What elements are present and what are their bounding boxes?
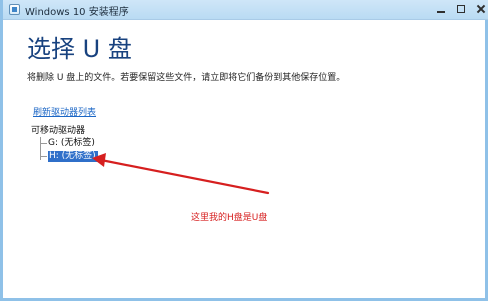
refresh-drive-list-link[interactable]: 刷新驱动器列表 <box>33 108 96 119</box>
window-controls <box>435 3 487 15</box>
window-title: Windows 10 安装程序 <box>25 7 129 18</box>
setup-window: Windows 10 安装程序 选择 U 盘 将删除 U 盘上的文件。若要保留这… <box>0 0 488 301</box>
drive-item-h[interactable]: H: (无标签) <box>48 151 98 162</box>
tree-connector-h <box>40 156 47 157</box>
drive-item-g[interactable]: G: (无标签) <box>48 138 95 149</box>
drive-tree: 可移动驱动器 G: (无标签) H: (无标签) <box>31 126 151 176</box>
annotation-text: 这里我的H盘是U盘 <box>191 213 268 223</box>
maximize-icon[interactable] <box>455 3 467 15</box>
warning-description: 将删除 U 盘上的文件。若要保留这些文件，请立即将它们备份到其他保存位置。 <box>27 73 346 83</box>
setup-app-icon <box>9 4 20 15</box>
tree-connector-g <box>40 143 47 144</box>
removable-drives-label: 可移动驱动器 <box>31 126 86 136</box>
title-bar: Windows 10 安装程序 <box>3 0 488 20</box>
close-icon[interactable] <box>475 3 487 15</box>
minimize-icon[interactable] <box>435 3 447 15</box>
page-title: 选择 U 盘 <box>27 35 132 63</box>
